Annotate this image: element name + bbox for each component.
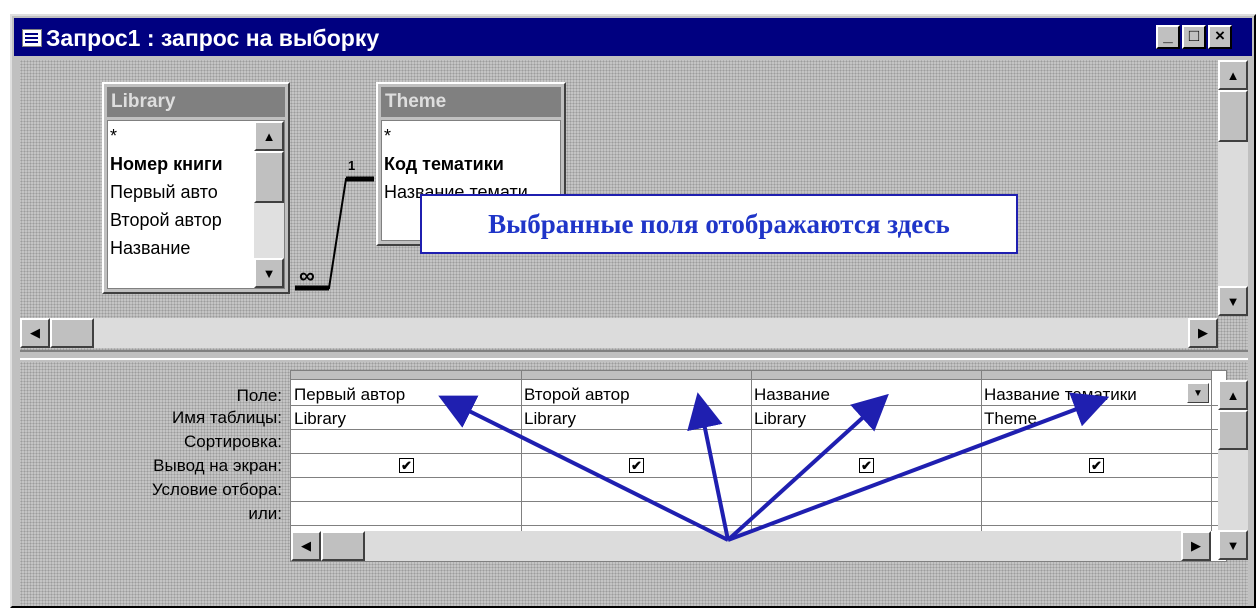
annotation-callout: Выбранные поля отображаются здесь [420,194,1018,254]
annotation-arrows [438,392,1110,542]
